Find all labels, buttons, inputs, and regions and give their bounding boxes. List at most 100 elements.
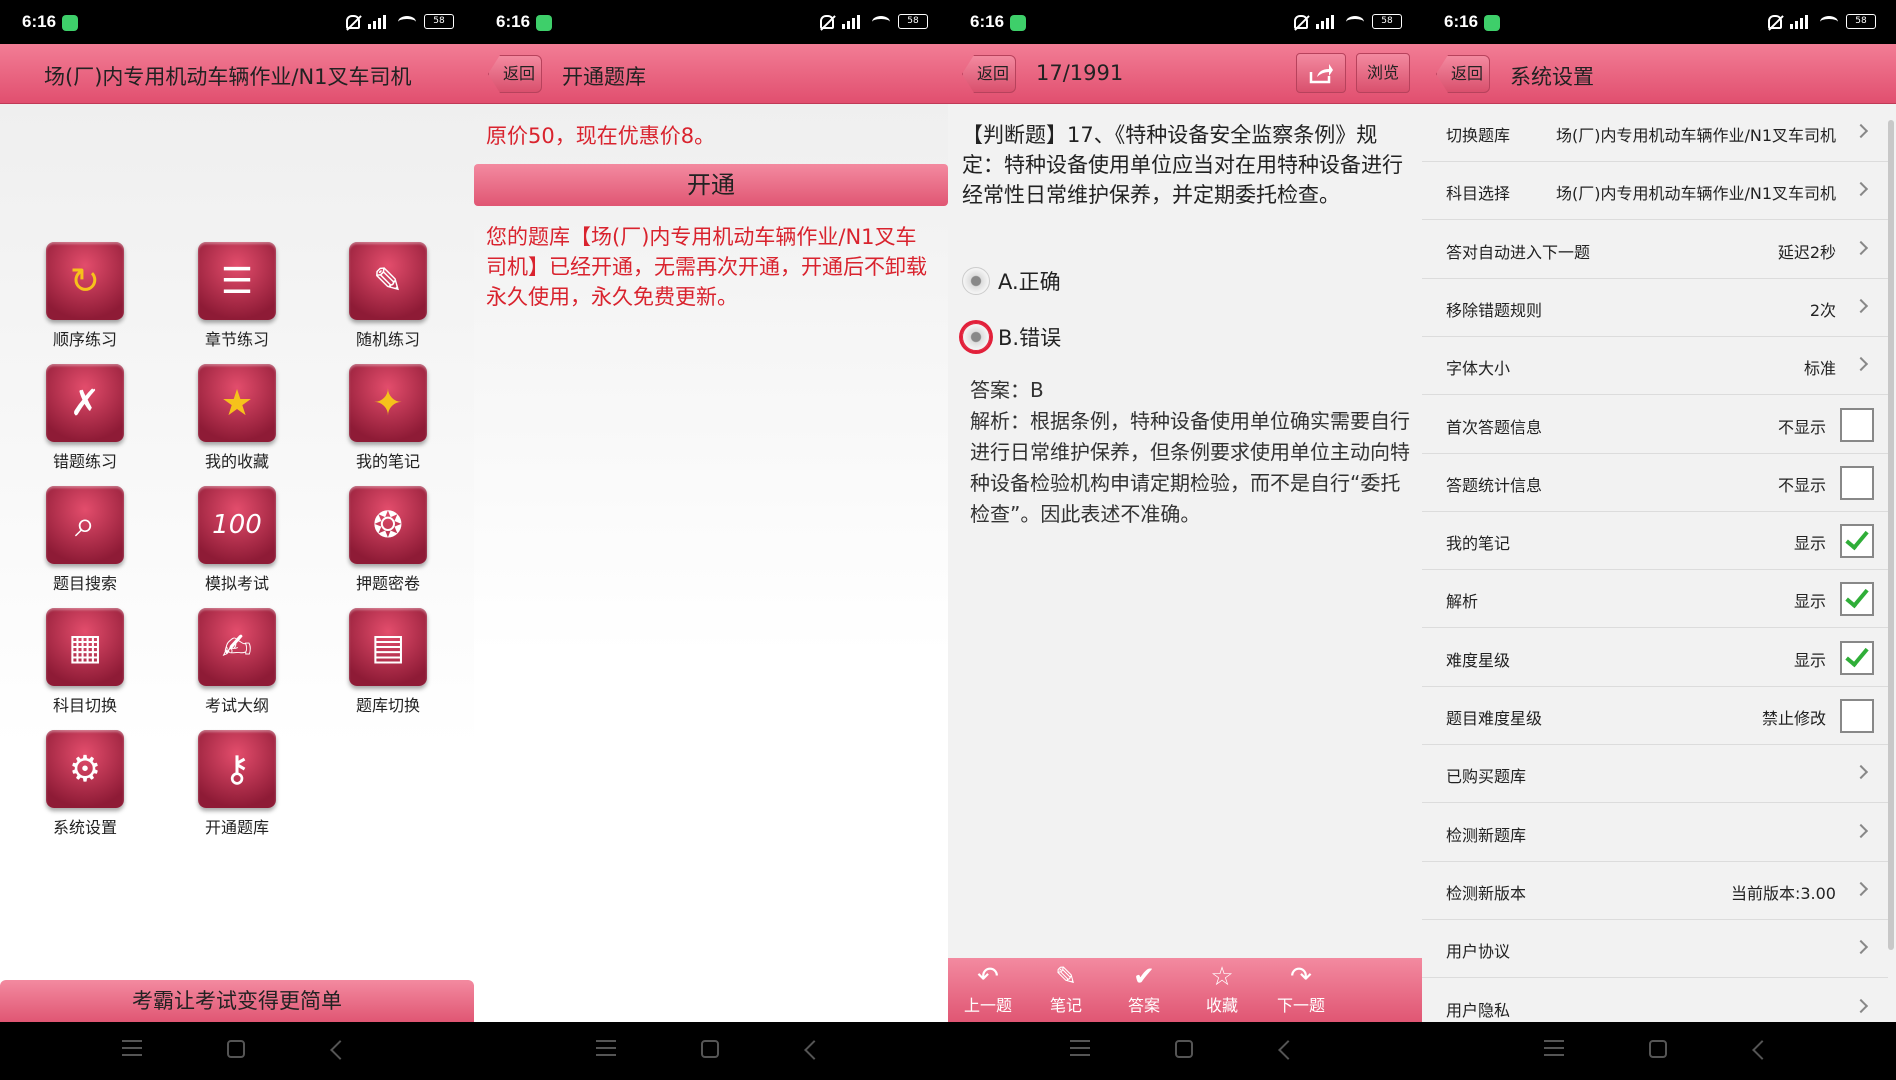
back-nav-icon[interactable] (1752, 1040, 1772, 1060)
back-button[interactable]: 返回 (962, 55, 1016, 93)
tile-score-100[interactable]: 100 模拟考试 (177, 486, 297, 602)
tile-label: 错题练习 (52, 452, 117, 471)
settings-row-label: 检测新题库 (1446, 825, 1527, 845)
settings-checkbox[interactable] (1840, 582, 1874, 617)
settings-row[interactable]: 用户协议 (1422, 920, 1888, 979)
edit-icon: ✎ (1055, 962, 1077, 992)
home-nav-icon[interactable] (1649, 1040, 1667, 1058)
toolbar-back-arrow-button[interactable]: ↶ 上一题 (948, 962, 1028, 1016)
option-b-radio[interactable] (962, 323, 990, 351)
app-notification-icon (62, 15, 78, 31)
settings-row[interactable]: 难度星级 显示 (1422, 628, 1888, 687)
home-nav-icon[interactable] (1175, 1040, 1193, 1058)
settings-row-label: 难度星级 (1446, 650, 1511, 670)
tile-cross-pen[interactable]: ✗ 错题练习 (25, 364, 145, 480)
settings-row[interactable]: 用户隐私 (1422, 978, 1888, 1022)
toolbar-star-outline-button[interactable]: ☆ 收藏 (1182, 962, 1262, 1016)
browse-button[interactable]: 浏览 (1356, 53, 1410, 93)
menu-nav-icon[interactable] (122, 1040, 142, 1056)
settings-checkbox[interactable] (1840, 407, 1874, 442)
tile-random-pen[interactable]: ✎ 随机练习 (328, 242, 448, 358)
menu-nav-icon[interactable] (1070, 1040, 1090, 1056)
tile-star[interactable]: ★ 我的收藏 (177, 364, 297, 480)
toolbar-check-button[interactable]: ✔ 答案 (1104, 962, 1184, 1016)
share-button[interactable] (1296, 53, 1346, 93)
settings-row-value: 2次 (1809, 300, 1836, 320)
settings-row[interactable]: 我的笔记 显示 (1422, 512, 1888, 571)
scrollbar[interactable] (1888, 120, 1894, 950)
tile-label: 我的收藏 (204, 452, 269, 471)
question-progress: 17/1991 (1036, 61, 1124, 85)
mute-icon (820, 14, 834, 29)
settings-row[interactable]: 检测新题库 (1422, 803, 1888, 862)
status-time: 6:16 (970, 12, 1005, 31)
tile-search-list[interactable]: ⌕ 题目搜索 (25, 486, 145, 602)
settings-row[interactable]: 答题统计信息 不显示 (1422, 453, 1888, 512)
answer-text: 答案：B (970, 378, 1044, 402)
tile-refresh[interactable]: ↻ 顺序练习 (25, 242, 145, 358)
option-a-radio[interactable] (962, 267, 990, 295)
chevron-right-icon (1853, 881, 1869, 896)
settings-row[interactable]: 移除错题规则 2次 (1422, 278, 1888, 337)
question-text: 【判断题】17、《特种设备安全监察条例》规定：特种设备使用单位应当对在用特种设备… (962, 123, 1403, 207)
app-notification-icon (1010, 15, 1026, 31)
toolbar-label: 下一题 (1276, 996, 1325, 1015)
tile-list-pen[interactable]: ☰ 章节练习 (177, 242, 297, 358)
tile-document[interactable]: ▤ 题库切换 (328, 608, 448, 724)
settings-row[interactable]: 已购买题库 (1422, 745, 1888, 804)
toolbar-forward-arrow-button[interactable]: ↷ 下一题 (1261, 962, 1341, 1016)
tile-grid[interactable]: ▦ 科目切换 (25, 608, 145, 724)
settings-checkbox[interactable] (1840, 524, 1874, 559)
tile-sparkle-pen[interactable]: ✦ 我的笔记 (328, 364, 448, 480)
signal-icon (368, 14, 390, 29)
settings-row[interactable]: 字体大小 标准 (1422, 337, 1888, 396)
tile-key[interactable]: ⚷ 开通题库 (177, 730, 297, 846)
settings-checkbox[interactable] (1840, 699, 1874, 733)
system-nav-bar (0, 1022, 474, 1080)
chevron-right-icon (1853, 823, 1869, 838)
settings-checkbox[interactable] (1840, 465, 1874, 500)
menu-nav-icon[interactable] (596, 1040, 616, 1056)
back-button[interactable]: 返回 (1436, 55, 1490, 93)
settings-row[interactable]: 检测新版本 当前版本:3.00 (1422, 861, 1888, 920)
back-nav-icon[interactable] (804, 1040, 824, 1060)
status-time: 6:16 (22, 12, 57, 31)
page-title: 开通题库 (562, 65, 646, 89)
back-nav-icon[interactable] (1278, 1040, 1298, 1060)
settings-row-value: 标准 (1803, 359, 1836, 379)
settings-row-label: 移除错题规则 (1446, 300, 1543, 320)
settings-row[interactable]: 科目选择 场(厂)内专用机动车辆作业/N1叉车司机 (1422, 162, 1888, 221)
settings-row-value: 场(厂)内专用机动车辆作业/N1叉车司机 (1555, 126, 1836, 145)
tile-label: 模拟考试 (204, 574, 269, 593)
settings-row-value: 显示 (1793, 592, 1826, 612)
back-nav-icon[interactable] (330, 1040, 350, 1060)
option-a[interactable]: A.正确 (962, 266, 1061, 296)
home-nav-icon[interactable] (701, 1040, 719, 1058)
tile-label: 章节练习 (204, 330, 269, 349)
option-a-label: A.正确 (998, 270, 1061, 294)
home-nav-icon[interactable] (227, 1040, 245, 1058)
slogan-banner: 考霸让考试变得更简单 (0, 980, 474, 1022)
back-button[interactable]: 返回 (488, 55, 542, 93)
settings-row[interactable]: 切换题库 场(厂)内专用机动车辆作业/N1叉车司机 (1422, 104, 1888, 162)
tile-gear[interactable]: ⚙ 系统设置 (25, 730, 145, 846)
tile-brain[interactable]: ❂ 押题密卷 (328, 486, 448, 602)
settings-row[interactable]: 解析 显示 (1422, 570, 1888, 629)
menu-nav-icon[interactable] (1544, 1040, 1564, 1056)
settings-row-value: 延迟2秒 (1777, 242, 1836, 262)
cross-pen-icon: ✗ (46, 364, 124, 442)
wifi-icon (398, 15, 416, 28)
toolbar-edit-button[interactable]: ✎ 笔记 (1026, 962, 1106, 1016)
settings-row[interactable]: 答对自动进入下一题 延迟2秒 (1422, 220, 1888, 279)
settings-row-label: 答题统计信息 (1446, 475, 1543, 495)
share-icon (1309, 64, 1333, 84)
open-button[interactable]: 开通 (474, 164, 948, 206)
option-b[interactable]: B.错误 (962, 322, 1061, 352)
settings-row[interactable]: 题目难度星级 禁止修改 (1422, 687, 1888, 745)
battery-icon: 58 (1846, 14, 1876, 29)
battery-icon: 58 (424, 14, 454, 29)
settings-checkbox[interactable] (1840, 640, 1874, 675)
settings-row[interactable]: 首次答题信息 不显示 (1422, 395, 1888, 454)
tile-outline[interactable]: ✍ 考试大纲 (177, 608, 297, 724)
settings-row-value: 当前版本:3.00 (1730, 883, 1836, 903)
